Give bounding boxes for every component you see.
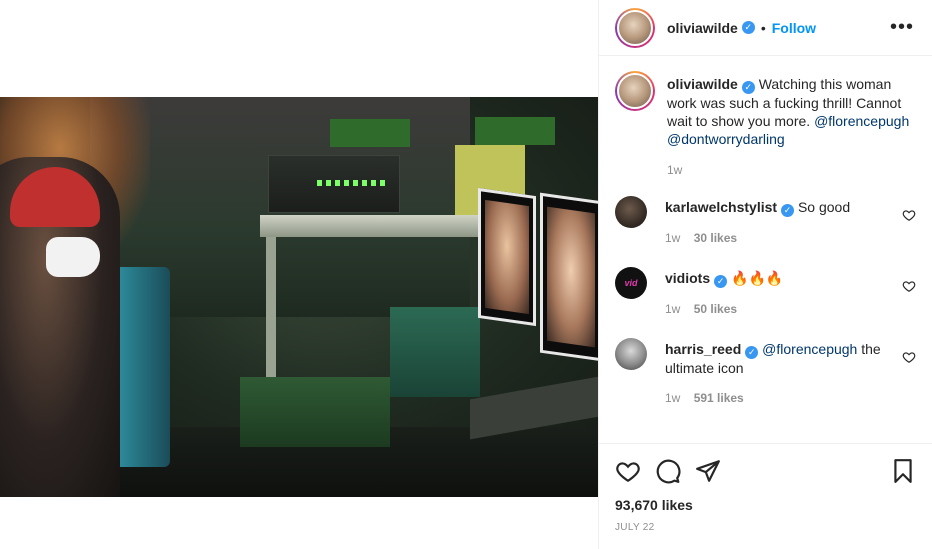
- comment-time[interactable]: 1w: [665, 231, 680, 245]
- heart-icon[interactable]: [615, 458, 641, 484]
- comment-time[interactable]: 1w: [665, 391, 680, 405]
- caption: oliviawilde ✓ Watching this woman work wa…: [615, 71, 916, 177]
- commenter-avatar[interactable]: [615, 196, 647, 228]
- comment-row: harris_reed ✓ @florencepugh the ultimate …: [615, 338, 916, 405]
- comment-row: vid vidiots ✓ 🔥🔥🔥 1w 50 likes: [615, 267, 916, 316]
- verified-icon: ✓: [745, 346, 759, 359]
- comment-text: 🔥🔥🔥: [731, 270, 784, 286]
- caption-mention[interactable]: @florencepugh: [814, 113, 909, 129]
- post-actions: 93,670 likes JULY 22: [599, 443, 932, 549]
- author-username[interactable]: oliviawilde: [667, 20, 738, 36]
- bookmark-icon[interactable]: [890, 458, 916, 484]
- media-pane: [0, 0, 598, 549]
- caption-mention[interactable]: @dontworrydarling: [667, 131, 785, 147]
- comment-icon[interactable]: [655, 458, 681, 484]
- comment-mention[interactable]: @florencepugh: [762, 341, 857, 357]
- caption-avatar[interactable]: [615, 71, 655, 111]
- commenter-avatar[interactable]: [615, 338, 647, 370]
- post-photo[interactable]: [0, 97, 598, 497]
- post-header: oliviawilde ✓ • Follow •••: [599, 0, 932, 56]
- comment-row: karlawelchstylist ✓ So good 1w 30 likes: [615, 196, 916, 245]
- post-sidebar: oliviawilde ✓ • Follow ••• oliviawilde ✓ …: [598, 0, 932, 549]
- comment-username[interactable]: harris_reed: [665, 341, 741, 357]
- commenter-avatar[interactable]: vid: [615, 267, 647, 299]
- caption-username[interactable]: oliviawilde: [667, 76, 738, 92]
- heart-icon[interactable]: [902, 208, 916, 222]
- comment-time[interactable]: 1w: [665, 302, 680, 316]
- comment-likes[interactable]: 591 likes: [694, 391, 744, 405]
- comments-list: oliviawilde ✓ Watching this woman work wa…: [599, 57, 932, 443]
- verified-icon: ✓: [741, 81, 755, 94]
- separator-dot: •: [760, 19, 766, 36]
- comment-text: So good: [797, 199, 851, 215]
- share-icon[interactable]: [695, 458, 721, 484]
- author-avatar[interactable]: [615, 7, 655, 48]
- comment-likes[interactable]: 50 likes: [694, 302, 737, 316]
- likes-count[interactable]: 93,670 likes: [615, 497, 916, 513]
- follow-button[interactable]: Follow: [772, 20, 816, 36]
- comment-username[interactable]: karlawelchstylist: [665, 199, 777, 215]
- caption-time[interactable]: 1w: [667, 163, 682, 177]
- heart-icon[interactable]: [902, 350, 916, 364]
- verified-icon: ✓: [714, 275, 728, 288]
- more-icon[interactable]: •••: [890, 17, 914, 37]
- heart-icon[interactable]: [902, 279, 916, 293]
- comment-username[interactable]: vidiots: [665, 270, 710, 286]
- verified-icon: ✓: [781, 204, 795, 217]
- comment-likes[interactable]: 30 likes: [694, 231, 737, 245]
- verified-icon: ✓: [741, 21, 755, 34]
- post-date[interactable]: JULY 22: [615, 522, 916, 533]
